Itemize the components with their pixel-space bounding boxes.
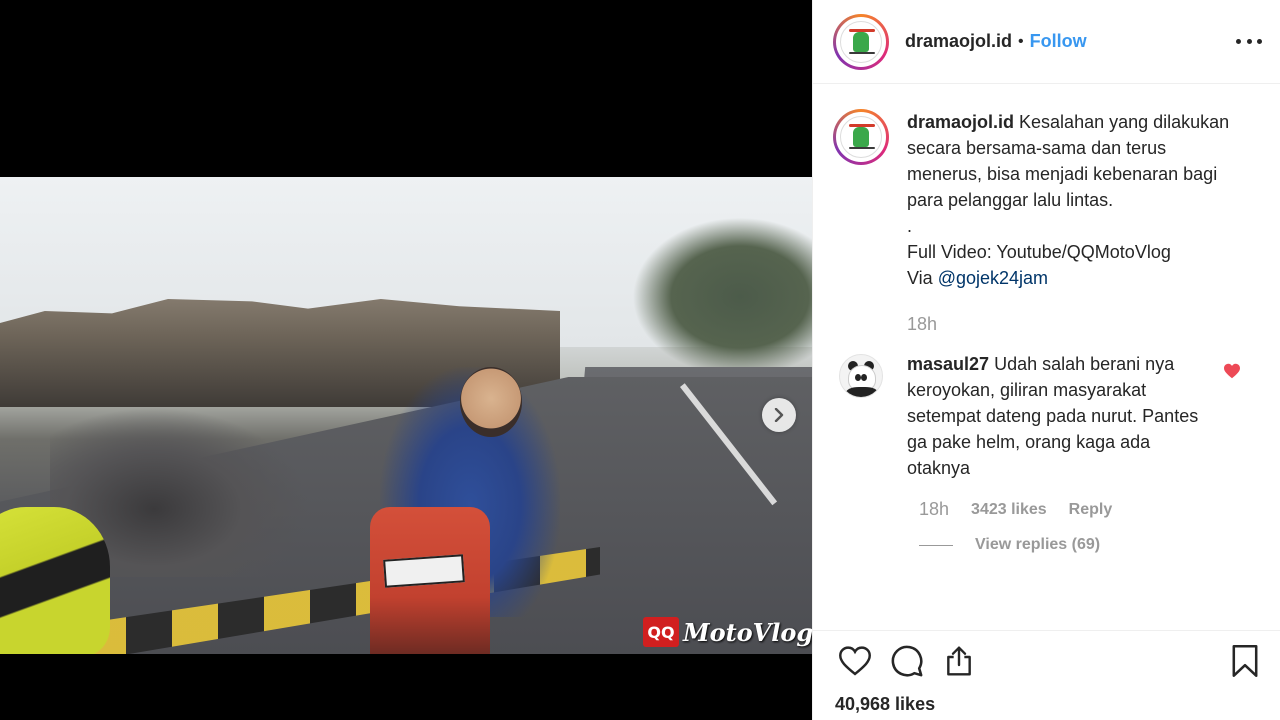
- bookmark-icon: [1232, 644, 1258, 677]
- next-media-button[interactable]: [762, 398, 796, 432]
- comment-username[interactable]: masaul27: [907, 354, 989, 374]
- comment-meta: 18h 3423 likes Reply: [919, 499, 1263, 520]
- profile-avatar[interactable]: [833, 13, 889, 70]
- caption-timestamp[interactable]: 18h: [907, 311, 1237, 337]
- commenter-avatar[interactable]: [839, 354, 883, 398]
- scooter-icon: [853, 31, 869, 52]
- caption-avatar[interactable]: [833, 109, 889, 165]
- avatar-inner: [836, 16, 886, 67]
- media-panel: QQ MotoVlog: [0, 0, 812, 720]
- scooter-icon: [853, 127, 869, 147]
- video-license-plate: [383, 554, 465, 588]
- comment-button[interactable]: [887, 641, 927, 681]
- header-separator: •: [1018, 32, 1024, 50]
- caption-dot: .: [907, 216, 913, 236]
- likes-count[interactable]: 40,968 likes: [835, 694, 935, 715]
- caption-full-video: Full Video: Youtube/QQMotoVlog: [907, 242, 1171, 262]
- video-trees: [632, 217, 812, 377]
- chevron-right-icon: [774, 408, 784, 422]
- post-header: dramaojol.id • Follow: [813, 0, 1280, 84]
- caption-via-line: Via @gojek24jam: [907, 265, 1237, 291]
- more-dot: [1257, 39, 1262, 44]
- instagram-post-modal: QQ MotoVlog dramaojol.id • Follow dramao…: [0, 0, 1280, 720]
- caption: dramaojol.id Kesalahan yang dilakukan se…: [833, 109, 1263, 337]
- dramaojol-logo: [840, 20, 882, 63]
- caption-via: Via: [907, 268, 938, 288]
- heart-icon: [839, 645, 871, 676]
- post-video[interactable]: [0, 177, 812, 654]
- logo-arc-top: [849, 124, 875, 127]
- video-rider-head: [460, 367, 522, 437]
- follow-button[interactable]: Follow: [1030, 31, 1087, 52]
- avatar-inner: [836, 112, 886, 162]
- view-replies-button[interactable]: View replies (69): [919, 536, 1263, 554]
- save-button[interactable]: [1225, 641, 1265, 681]
- caption-body: dramaojol.id Kesalahan yang dilakukan se…: [907, 109, 1237, 337]
- logo-arc-top: [849, 28, 875, 32]
- comment-timestamp[interactable]: 18h: [919, 499, 949, 520]
- more-dot: [1246, 39, 1252, 44]
- caption-text-block: dramaojol.id Kesalahan yang dilakukan se…: [907, 109, 1237, 213]
- comment-icon: [891, 645, 923, 676]
- action-bar: [813, 630, 1280, 690]
- share-icon: [947, 645, 971, 676]
- reply-button[interactable]: Reply: [1069, 501, 1113, 519]
- video-watermark: QQ MotoVlog: [643, 616, 812, 648]
- view-replies-label: View replies (69): [975, 536, 1101, 553]
- view-replies-line: [919, 544, 953, 546]
- like-button[interactable]: [835, 641, 875, 681]
- caption-mention[interactable]: @gojek24jam: [938, 268, 1048, 288]
- comment-body: masaul27 Udah salah berani nya keroyokan…: [907, 351, 1205, 481]
- logo-arc-bottom: [849, 51, 875, 54]
- panda-body: [846, 387, 878, 397]
- caption-username[interactable]: dramaojol.id: [907, 112, 1014, 132]
- comment-item: masaul27 Udah salah berani nya keroyokan…: [833, 351, 1263, 481]
- dramaojol-logo: [840, 116, 882, 158]
- more-horizontal-icon: [1236, 39, 1241, 44]
- panda-eye: [861, 374, 867, 381]
- watermark-badge: QQ: [643, 617, 679, 647]
- logo-arc-bottom: [849, 147, 875, 149]
- comment-likes[interactable]: 3423 likes: [971, 501, 1047, 519]
- comments-section: dramaojol.id Kesalahan yang dilakukan se…: [813, 85, 1280, 630]
- heart-filled-icon: [1224, 363, 1240, 379]
- video-helmet-foreground: [0, 507, 110, 654]
- watermark-text: MotoVlog: [683, 617, 812, 647]
- post-side-panel: dramaojol.id • Follow dramaojol.id Kesal…: [812, 0, 1280, 720]
- share-button[interactable]: [939, 641, 979, 681]
- header-username[interactable]: dramaojol.id: [905, 31, 1012, 52]
- comment-like-button[interactable]: [1223, 363, 1241, 384]
- more-options-button[interactable]: [1236, 39, 1262, 44]
